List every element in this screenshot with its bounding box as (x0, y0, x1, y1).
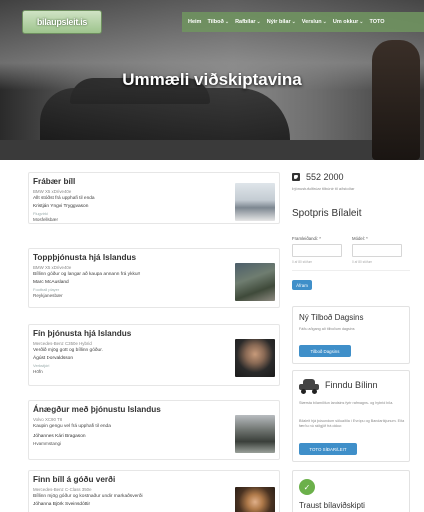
model-label: Módel: * (352, 236, 368, 241)
testimonial-role: Verkstjóri (33, 363, 50, 368)
testimonial-quote: Bíllinn mjög góður og kostnaður undir ma… (33, 494, 143, 499)
spot-title: Spotpris Bílaleit (292, 208, 362, 219)
daily-offers-box: Ný Tilboð Dagsins Fáðu aðgang að tilboðu… (292, 306, 410, 364)
model-input[interactable] (352, 244, 402, 257)
nav-label: Nýir bílar (266, 19, 291, 25)
testimonial-name: Marc McAusland (33, 280, 69, 285)
make-label: Framleiðandi: * (292, 236, 321, 241)
divider (292, 270, 410, 271)
nav-label: Um okkur (332, 19, 359, 25)
car-icon (299, 379, 319, 394)
chevron-down-icon: ⌄ (322, 19, 327, 25)
testimonial-photo (235, 415, 275, 453)
nav-label: Tilboð (207, 19, 224, 25)
nav-item-nyir-bilar[interactable]: Nýir bílar ⌄ (267, 19, 296, 25)
testimonial-city: Mosfellsbær (33, 217, 59, 222)
testimonial-city: Höfn (33, 369, 43, 374)
testimonial-name: Jóhanna Björk Sveinsdóttir (33, 502, 91, 507)
hero-person (372, 40, 420, 160)
testimonial-role: Football player (33, 287, 60, 292)
testimonial-card: Toppþjónusta hjá Islandus BMW X5 xDrive4… (28, 248, 280, 308)
nav-label: Heim (188, 19, 202, 25)
hero-ground (0, 140, 424, 160)
box-text: Fáðu aðgang að tilboðum dagsins (299, 327, 355, 331)
testimonial-car: Mercedes-Benz C-Class 350e (33, 487, 92, 492)
testimonial-quote: Verðið mjög gott og bíllinn góður. (33, 348, 103, 353)
testimonial-car: BMW X5 xDrive40e (33, 189, 72, 194)
chevron-down-icon: ⌄ (291, 19, 296, 25)
box-title: Finndu Bílinn (325, 380, 378, 390)
box-title: Ný Tilboð Dagsins (299, 313, 364, 322)
thumbs-up-icon: ✓ (299, 479, 315, 495)
trusted-box: ✓ Traust bílaviðskipti (292, 470, 410, 512)
make-hint: 0 af 80 stöfum (292, 260, 313, 264)
testimonial-photo (235, 487, 275, 512)
testimonial-card: Finn bíll á góðu verði Mercedes-Benz C-C… (28, 470, 280, 512)
testimonial-name: Jóhannes Kári Bragason (33, 434, 86, 439)
testimonial-title: Frábær bíll (33, 177, 76, 186)
testimonial-quote: Bíllinn góður og langar að kaupa annann … (33, 272, 141, 277)
chevron-down-icon: ⌄ (256, 19, 261, 25)
toto-search-button[interactable]: TOTO SÍÐAR/LEIT (299, 443, 357, 455)
nav-item-rafbilar[interactable]: Rafbílar ⌄ (235, 19, 261, 25)
site-logo[interactable]: bilaupsleit.is (22, 10, 102, 34)
testimonial-car: BMW X5 xDrive40e (33, 265, 72, 270)
nav-item-toto[interactable]: TOTO (369, 19, 384, 25)
testimonial-title: Finn bíll á góðu verði (33, 475, 116, 484)
testimonial-city: Hvammstangi (33, 441, 62, 446)
testimonial-city: Reykjanesbær (33, 293, 63, 298)
phone-number: 552 2000 (306, 172, 344, 182)
testimonial-role: Flugvirki (33, 211, 48, 216)
box-title: Traust bílaviðskipti (299, 501, 365, 510)
testimonial-car: Volvo XC90 T8 (33, 417, 63, 422)
nav-label: Rafbílar (235, 19, 256, 25)
box-text: Stærsta bílamiðlun landsins fyrir rafmag… (299, 401, 394, 405)
nav-item-verslun[interactable]: Verslun ⌄ (302, 19, 327, 25)
testimonial-title: Toppþjónusta hjá Islandus (33, 253, 137, 262)
make-input[interactable] (292, 244, 342, 257)
testimonial-name: Ágúst Þorvaldsson (33, 356, 73, 361)
page-title: Ummæli viðskiptavina (122, 70, 302, 89)
nav-item-heim[interactable]: Heim (188, 19, 201, 25)
testimonial-photo (235, 339, 275, 377)
model-hint: 0 af 80 stöfum (352, 260, 373, 264)
testimonial-quote: Allt stóðst frá upphafi til enda (33, 196, 95, 201)
phone-note: Þjónustufulltrúar tilbúnir til aðstoðar (292, 186, 355, 191)
testimonial-title: Fín þjónusta hjá Islandus (33, 329, 132, 338)
testimonial-quote: Kaupin gengu vel frá upphafi til enda (33, 424, 111, 429)
phone-contact[interactable]: 552 2000 (292, 172, 344, 182)
hero-banner: bilaupsleit.is Heim Tilboð ⌄ Rafbílar ⌄ Ný… (0, 0, 424, 160)
nav-item-tilbod[interactable]: Tilboð ⌄ (207, 19, 229, 25)
find-car-box: Finndu Bílinn Stærsta bílamiðlun landsin… (292, 370, 410, 462)
testimonial-photo (235, 263, 275, 301)
daily-offers-button[interactable]: Tilboð Dagsins (299, 345, 351, 357)
testimonial-name: Kristján Yngvi Tryggvason (33, 204, 89, 209)
testimonial-card: Fín þjónusta hjá Islandus Mercedes-Benz … (28, 324, 280, 386)
phone-icon (292, 173, 300, 181)
main-nav: Heim Tilboð ⌄ Rafbílar ⌄ Nýir bílar ⌄ Versl… (182, 12, 424, 32)
testimonial-car: Mercedes-Benz C350e Hybrid (33, 341, 92, 346)
submit-button[interactable]: Áfram (292, 280, 312, 290)
testimonial-card: Frábær bíll BMW X5 xDrive40e Allt stóðst… (28, 172, 280, 224)
chevron-down-icon: ⌄ (224, 19, 230, 25)
hero-car (40, 88, 290, 148)
box-text: Bílaleit hjá þúsundum söluaðila í Evrópu… (299, 419, 405, 428)
testimonial-photo (235, 183, 275, 221)
nav-label: TOTO (369, 19, 385, 25)
logo-text: bilaupsleit.is (36, 17, 88, 27)
nav-label: Verslun (301, 19, 322, 25)
nav-item-um-okkur[interactable]: Um okkur ⌄ (333, 19, 364, 25)
chevron-down-icon: ⌄ (359, 19, 364, 25)
testimonial-title: Ánægður með þjónustu Islandus (33, 405, 161, 414)
testimonial-card: Ánægður með þjónustu Islandus Volvo XC90… (28, 400, 280, 460)
